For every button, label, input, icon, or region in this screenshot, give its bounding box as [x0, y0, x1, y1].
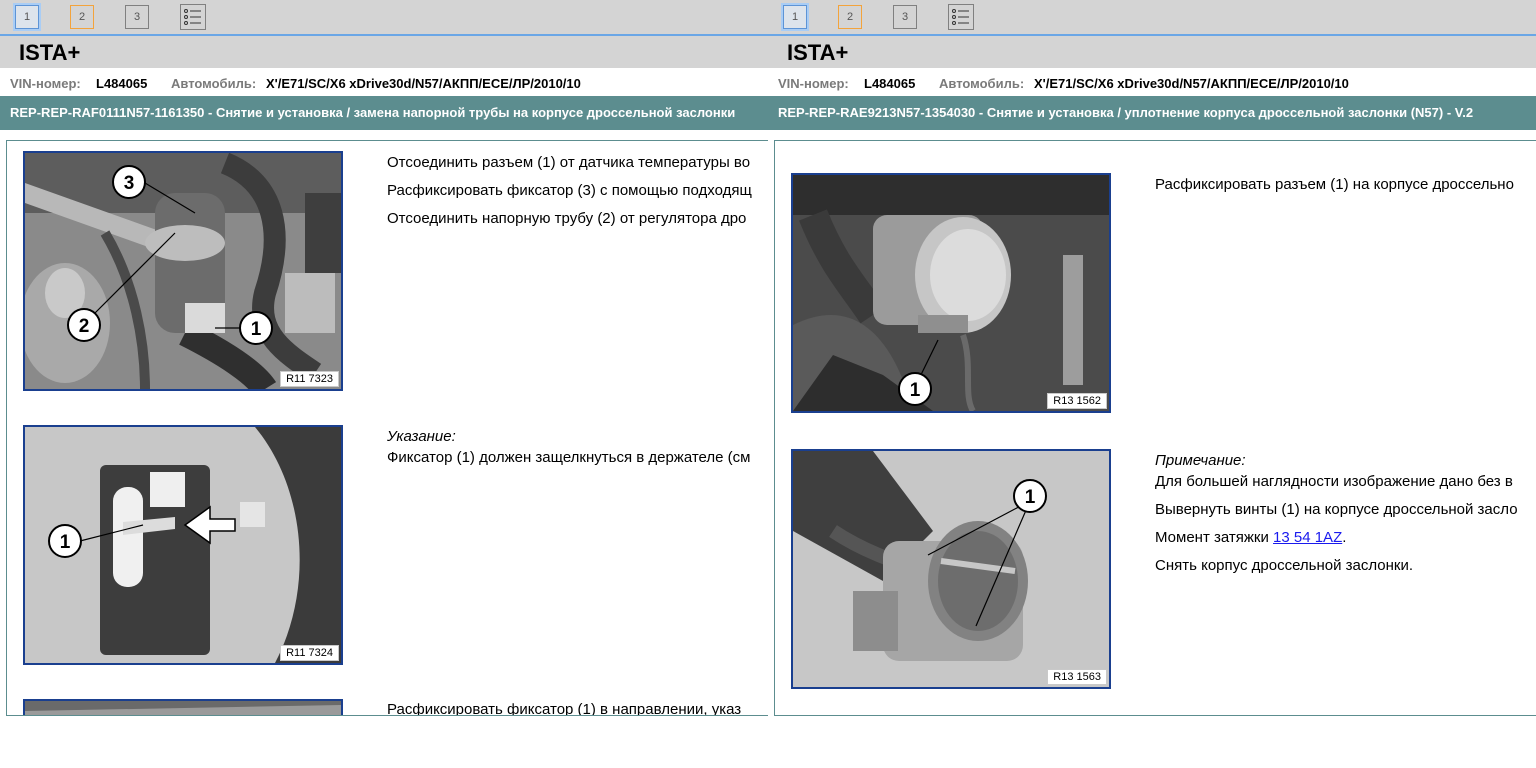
unscrew-text: Вывернуть винты (1) на корпусе дроссельн…: [1155, 501, 1518, 518]
figure-r13-1562: 1 R13 1562: [791, 173, 1111, 413]
partial-photo-image: [25, 701, 341, 715]
step-text-2: Расфиксировать фиксатор (3) с помощью по…: [387, 182, 752, 199]
toolbar: 1 2 3: [0, 0, 768, 36]
vehicle-info-row: VIN-номер: L484065 Автомобиль: X'/E71/SC…: [0, 70, 768, 96]
callout-1: 1: [48, 524, 82, 558]
figure-r13-1563: 1 R13 1563: [791, 449, 1111, 689]
app-title-bar: ISTA+: [0, 36, 768, 68]
list-icon[interactable]: [948, 4, 974, 30]
callout-1-label: 1: [1025, 487, 1036, 508]
vin-value: L484065: [96, 76, 148, 91]
tab-1-button[interactable]: 1: [783, 5, 807, 29]
tab-2-button[interactable]: 2: [838, 5, 862, 29]
engine-photo-image: 2 3 1: [25, 153, 341, 389]
left-document-pane: 1 2 3 ISTA+ VIN-номер: L484065 Автомобил…: [0, 0, 768, 768]
app-title: ISTA+: [19, 40, 81, 65]
step-text-3: Отсоединить напорную трубу (2) от регуля…: [387, 210, 747, 227]
note-title: Указание:: [387, 428, 456, 445]
vin-label: VIN-номер:: [778, 76, 849, 91]
tab-1-button[interactable]: 1: [15, 5, 39, 29]
vin-label: VIN-номер:: [10, 76, 81, 91]
figure-label: R11 7324: [280, 645, 339, 661]
torque-end: .: [1342, 529, 1347, 546]
document-body[interactable]: 2 3 1 R11 7323 Отсоединить разъем (1) от…: [6, 140, 768, 716]
callout-3-label: 3: [124, 173, 135, 194]
callout-2: 2: [67, 308, 101, 342]
torque-row: Момент затяжки 13 54 1AZ.: [1155, 529, 1346, 546]
tab-3-button[interactable]: 3: [893, 5, 917, 29]
callout-1-label: 1: [251, 319, 262, 340]
right-document-pane: 1 2 3 ISTA+ VIN-номер: L484065 Автомобил…: [768, 0, 1536, 768]
step-text-4: Расфиксировать фиксатор (1) в направлени…: [387, 701, 742, 716]
callout-3: 3: [112, 165, 146, 199]
app-title: ISTA+: [787, 40, 849, 65]
callout-1-label: 1: [60, 532, 71, 553]
figure-label: R11 7323: [280, 371, 339, 387]
remove-text: Снять корпус дроссельной заслонки.: [1155, 557, 1414, 574]
torque-label: Момент затяжки: [1155, 529, 1269, 546]
note-title: Примечание:: [1155, 452, 1246, 469]
step-text-1: Отсоединить разъем (1) от датчика темпер…: [387, 154, 751, 171]
callout-2-label: 2: [79, 316, 90, 337]
clip-photo-image: 1: [25, 427, 341, 663]
car-label: Автомобиль:: [171, 76, 257, 91]
figure-label: R13 1563: [1047, 669, 1107, 685]
car-value: X'/E71/SC/X6 xDrive30d/N57/АКПП/ECE/ЛР/2…: [266, 76, 581, 91]
tab-2-button[interactable]: 2: [70, 5, 94, 29]
list-icon[interactable]: [180, 4, 206, 30]
callout-1: 1: [898, 372, 932, 406]
figure-r11-7324: 1 R11 7324: [23, 425, 343, 665]
vehicle-info-row: VIN-номер: L484065 Автомобиль: X'/E71/SC…: [768, 70, 1536, 96]
app-title-bar: ISTA+: [768, 36, 1536, 68]
figure-r11-7323: 2 3 1 R11 7323: [23, 151, 343, 391]
toolbar: 1 2 3: [768, 0, 1536, 36]
document-header: REP-REP-RAE9213N57-1354030 - Снятие и ус…: [768, 96, 1536, 130]
callout-1: 1: [1013, 479, 1047, 513]
figure-partial: [23, 699, 343, 715]
callout-1-label: 1: [910, 380, 921, 401]
note-text: Фиксатор (1) должен защелкнуться в держа…: [387, 449, 751, 466]
throttle-photo-image: 1: [793, 175, 1109, 411]
throttle-screws-photo-image: 1: [793, 451, 1109, 687]
document-body[interactable]: 1 R13 1562 Расфиксировать разъем (1) на …: [774, 140, 1536, 716]
tab-3-button[interactable]: 3: [125, 5, 149, 29]
torque-spec-link[interactable]: 13 54 1AZ: [1273, 529, 1342, 546]
document-header: REP-REP-RAF0111N57-1161350 - Снятие и ус…: [0, 96, 768, 130]
car-value: X'/E71/SC/X6 xDrive30d/N57/АКПП/ECE/ЛР/2…: [1034, 76, 1349, 91]
car-label: Автомобиль:: [939, 76, 1025, 91]
callout-1: 1: [239, 311, 273, 345]
note-text: Для большей наглядности изображение дано…: [1155, 473, 1513, 490]
figure-label: R13 1562: [1047, 393, 1107, 409]
step-text-1: Расфиксировать разъем (1) на корпусе дро…: [1155, 176, 1514, 193]
vin-value: L484065: [864, 76, 916, 91]
